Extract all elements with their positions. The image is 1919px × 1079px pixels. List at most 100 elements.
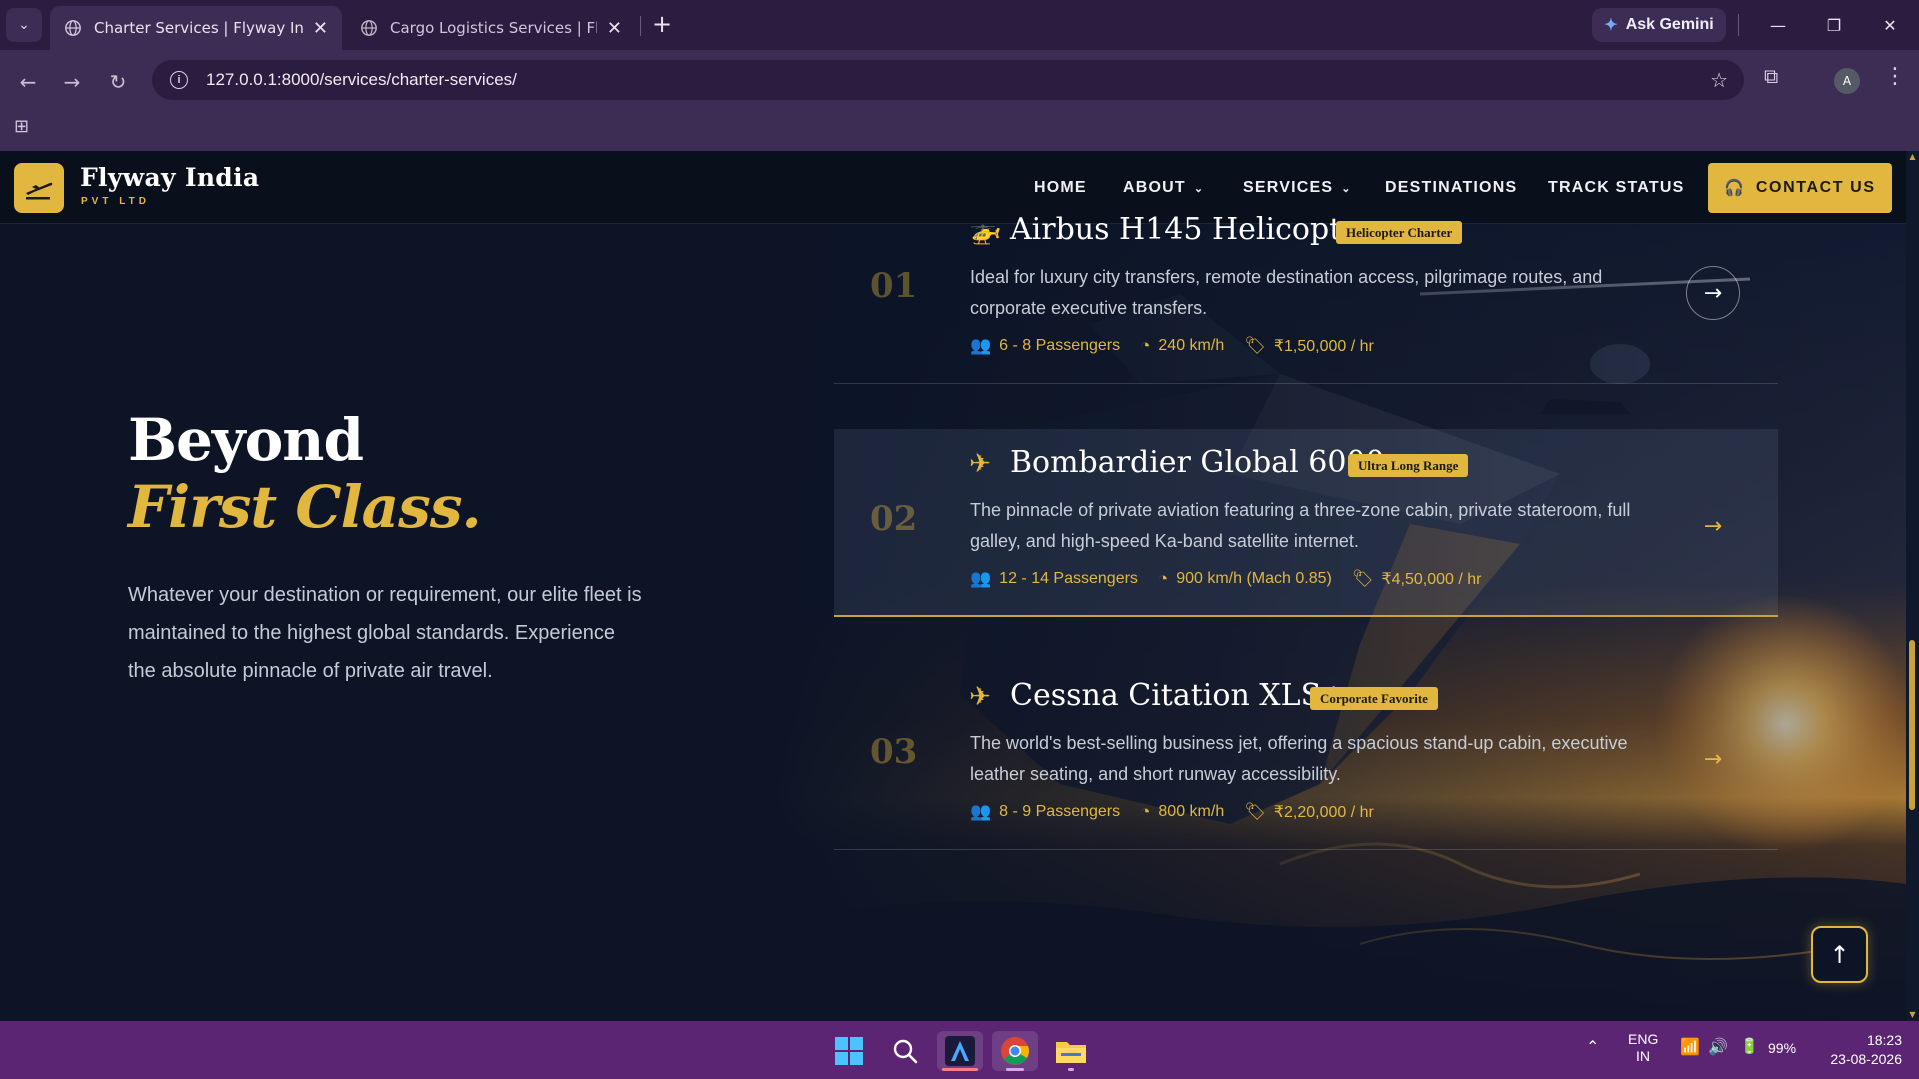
more-options-icon[interactable]: ⋮ xyxy=(1884,64,1906,89)
clock[interactable]: 18:23 23-08-2026 xyxy=(1820,1031,1902,1069)
fleet-item[interactable]: 01 🚁 Airbus H145 Helicopter Helicopter C… xyxy=(834,196,1778,384)
tab-title: Charter Services | Flyway India P xyxy=(94,19,303,37)
scroll-down-icon[interactable]: ▼ xyxy=(1907,1010,1918,1020)
arrow-right-icon: → xyxy=(1703,513,1723,539)
fleet-item-badge: Ultra Long Range xyxy=(1348,454,1469,477)
speedometer-icon: ◔ xyxy=(1157,569,1169,588)
passengers-value: 6 - 8 Passengers xyxy=(999,337,1121,354)
minimize-icon: — xyxy=(1770,15,1786,35)
folder-icon xyxy=(1056,1042,1086,1063)
chevron-up-icon[interactable]: ⌃ xyxy=(1586,1037,1599,1057)
scrollbar-thumb[interactable] xyxy=(1909,640,1915,810)
headset-icon: 🎧 xyxy=(1724,180,1746,197)
battery-icon[interactable]: 🔋 xyxy=(1740,1037,1759,1055)
restore-icon: ❐ xyxy=(1826,15,1842,35)
price-tag-icon: 🏷 xyxy=(1244,336,1266,355)
address-bar[interactable]: i 127.0.0.1:8000/services/charter-servic… xyxy=(152,60,1744,100)
nav-about[interactable]: ABOUT ⌄ xyxy=(1123,179,1204,197)
arrow-right-icon: → xyxy=(1703,280,1723,306)
brand-logo[interactable] xyxy=(14,163,64,213)
fleet-item-arrow-button[interactable]: → xyxy=(1686,732,1740,786)
tab-title: Cargo Logistics Services | Flyway xyxy=(390,19,597,37)
speedometer-icon: ◔ xyxy=(1140,802,1151,821)
speed-value: 240 km/h xyxy=(1158,337,1225,354)
arrow-right-icon: → xyxy=(63,70,81,94)
hero-title-line1: Beyond xyxy=(128,406,364,474)
scroll-up-icon[interactable]: ▲ xyxy=(1907,152,1918,162)
chrome-icon xyxy=(1001,1037,1029,1065)
fleet-item-specs: 👥 8 - 9 Passengers ◔ 800 km/h 🏷 ₹2,20,000 /… xyxy=(970,802,1394,822)
region-code: IN xyxy=(1636,1048,1650,1064)
taskbar-app-vscode[interactable] xyxy=(937,1031,983,1071)
ask-gemini-button[interactable]: ✦ Ask Gemini xyxy=(1592,8,1726,42)
hero-title-line2: First Class. xyxy=(128,473,482,541)
url-text: 127.0.0.1:8000/services/charter-services… xyxy=(206,70,517,89)
nav-services-label: SERVICES xyxy=(1243,179,1334,196)
close-icon[interactable]: ✕ xyxy=(313,18,328,39)
reload-button[interactable]: ↻ xyxy=(100,64,136,100)
fleet-item-title[interactable]: Bombardier Global 6000 xyxy=(1010,445,1385,480)
minimize-button[interactable]: — xyxy=(1758,8,1798,42)
fleet-item[interactable]: 02 ✈ Bombardier Global 6000 Ultra Long R… xyxy=(834,429,1778,617)
browser-tab-cargo[interactable]: Cargo Logistics Services | Flyway ✕ xyxy=(346,6,636,50)
arrow-right-icon: → xyxy=(1703,746,1723,772)
start-button[interactable] xyxy=(826,1031,872,1071)
profile-avatar[interactable]: A xyxy=(1834,68,1860,94)
brand-name[interactable]: Flyway India xyxy=(80,163,259,192)
close-window-button[interactable]: ✕ xyxy=(1870,8,1910,42)
row-divider xyxy=(834,849,1778,850)
sparkle-icon: ✦ xyxy=(1604,17,1618,34)
battery-percent: 99% xyxy=(1768,1040,1797,1056)
close-icon[interactable]: ✕ xyxy=(607,18,622,39)
fleet-item-number: 02 xyxy=(870,499,918,539)
browser-tab-strip: ⌄ Charter Services | Flyway India P ✕ Ca… xyxy=(0,0,1919,50)
chevron-down-icon: ⌄ xyxy=(18,17,30,33)
passengers-value: 12 - 14 Passengers xyxy=(999,570,1138,587)
nav-services[interactable]: SERVICES ⌄ xyxy=(1243,179,1352,197)
bookmark-star-icon[interactable]: ☆ xyxy=(1710,68,1728,93)
browser-tab-charter[interactable]: Charter Services | Flyway India P ✕ xyxy=(50,6,342,50)
site-info-icon[interactable]: i xyxy=(170,71,188,89)
restore-button[interactable]: ❐ xyxy=(1814,8,1854,42)
helicopter-icon: 🚁 xyxy=(969,216,1002,246)
browser-toolbar: ← → ↻ i 127.0.0.1:8000/services/charter-… xyxy=(0,50,1919,158)
search-button[interactable] xyxy=(882,1031,928,1071)
nav-track-label: TRACK STATUS xyxy=(1548,179,1685,196)
fleet-item-title[interactable]: Cessna Citation XLS+ xyxy=(1010,678,1346,713)
nav-destinations[interactable]: DESTINATIONS xyxy=(1385,179,1517,197)
input-language[interactable]: ENG IN xyxy=(1628,1031,1658,1065)
price-value: ₹2,20,000 / hr xyxy=(1273,804,1374,821)
globe-icon xyxy=(65,20,81,36)
taskbar-app-chrome[interactable] xyxy=(992,1031,1038,1071)
apps-grid-icon[interactable]: ⊞ xyxy=(14,116,29,137)
plane-icon: ✈ xyxy=(969,682,991,712)
taskbar-app-explorer[interactable] xyxy=(1048,1031,1094,1071)
fleet-item[interactable]: 03 ✈ Cessna Citation XLS+ Corporate Favo… xyxy=(834,662,1778,850)
tab-search-button[interactable]: ⌄ xyxy=(6,8,42,42)
fleet-item-badge: Helicopter Charter xyxy=(1336,221,1463,244)
search-icon xyxy=(893,1039,918,1064)
users-icon: 👥 xyxy=(970,569,992,588)
fleet-item-title[interactable]: Airbus H145 Helicopter xyxy=(1010,212,1373,247)
app-a-icon xyxy=(945,1036,975,1066)
scroll-to-top-button[interactable]: ↑ xyxy=(1811,926,1868,983)
fleet-item-arrow-button[interactable]: → xyxy=(1686,499,1740,553)
new-tab-button[interactable]: + xyxy=(652,10,672,38)
fleet-item-description: Ideal for luxury city transfers, remote … xyxy=(970,267,1603,318)
extensions-icon[interactable]: ⧉ xyxy=(1764,64,1778,88)
close-icon: ✕ xyxy=(1883,15,1897,35)
nav-home[interactable]: HOME xyxy=(1034,179,1087,197)
fleet-item-number: 01 xyxy=(870,266,918,306)
globe-icon xyxy=(361,20,377,36)
fleet-item-arrow-button[interactable]: → xyxy=(1686,266,1740,320)
nav-home-label: HOME xyxy=(1034,179,1087,196)
page-scrollbar[interactable] xyxy=(1906,151,1919,1021)
window-separator xyxy=(1738,14,1739,36)
fleet-item-badge: Corporate Favorite xyxy=(1310,687,1438,710)
volume-icon[interactable]: 🔊 xyxy=(1708,1037,1728,1057)
back-button[interactable]: ← xyxy=(10,64,46,100)
nav-track-status[interactable]: TRACK STATUS xyxy=(1548,179,1684,197)
wifi-icon[interactable]: 📶 xyxy=(1680,1037,1700,1057)
forward-button[interactable]: → xyxy=(54,64,90,100)
taskbar-open-indicator xyxy=(1068,1068,1074,1071)
